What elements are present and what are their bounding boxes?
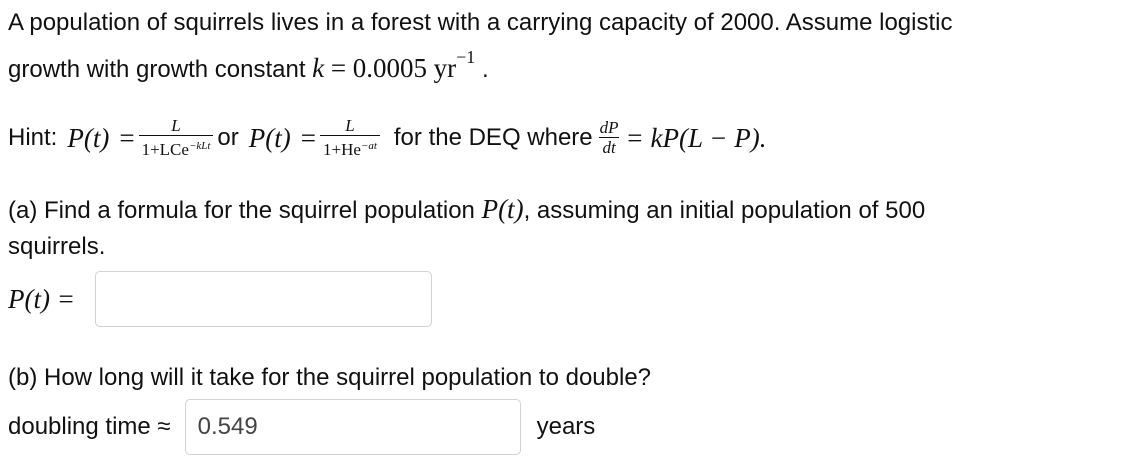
problem-intro-line2: growth with growth constant k = 0.0005 y… — [8, 47, 489, 84]
hint-eq2: = — [300, 122, 316, 153]
deriv-numerator: dP — [599, 117, 619, 137]
frac2-exponent: −at — [360, 139, 377, 152]
frac2-denominator: 1+He−at — [319, 134, 380, 160]
part-a-question-line2: squirrels. — [8, 233, 106, 260]
hint-deq-text: for the DEQ where — [393, 124, 593, 151]
hint-eq1: = — [119, 122, 135, 153]
hint-or: or — [217, 124, 239, 151]
k-unit: yr — [433, 53, 457, 83]
part-a-text-end: , assuming an initial population of 500 — [523, 197, 926, 224]
intro-text: growth with growth constant — [8, 56, 306, 83]
k-value: 0.0005 — [352, 53, 427, 83]
doubling-time-label: doubling time ≈ — [8, 413, 171, 440]
frac1-denominator: 1+LCe−kLt — [138, 134, 214, 160]
years-unit: years — [536, 413, 596, 440]
part-a-answer-row: P(t) = — [8, 271, 432, 327]
part-a-answer-label: P(t) = — [8, 283, 75, 314]
frac2-numerator: L — [345, 115, 355, 135]
hint-lhs1: P(t) — [67, 122, 110, 153]
problem-intro-line1: A population of squirrels lives in a for… — [8, 9, 953, 36]
k-exponent: −1 — [456, 47, 476, 67]
doubling-time-input[interactable]: 0.549 — [184, 399, 521, 455]
hint-label: Hint: — [8, 124, 58, 151]
deriv-denominator: dt — [599, 136, 619, 158]
hint-line: Hint: P(t) = L 1+LCe−kLt or P(t) = L 1+H… — [8, 110, 766, 166]
hint-fraction-1: L 1+LCe−kLt — [138, 115, 214, 160]
period: . — [481, 56, 489, 83]
hint-derivative: dP dt — [597, 117, 622, 158]
part-a-question: (a) Find a formula for the squirrel popu… — [8, 194, 925, 225]
part-a-text: (a) Find a formula for the squirrel popu… — [8, 197, 475, 224]
hint-fraction-2: L 1+He−at — [319, 115, 380, 160]
equals-sign: = — [330, 53, 347, 83]
frac1-numerator: L — [171, 115, 181, 135]
population-formula-input[interactable] — [94, 271, 432, 327]
part-b-answer-row: doubling time ≈ 0.549 years — [8, 399, 596, 455]
frac1-exponent: −kLt — [188, 139, 211, 152]
hint-rhs: = kP(L − P). — [625, 122, 767, 153]
hint-lhs2: P(t) — [248, 122, 291, 153]
part-b-question: (b) How long will it take for the squirr… — [8, 364, 652, 391]
k-symbol: k — [312, 53, 325, 83]
part-a-func: P(t) — [481, 194, 524, 224]
